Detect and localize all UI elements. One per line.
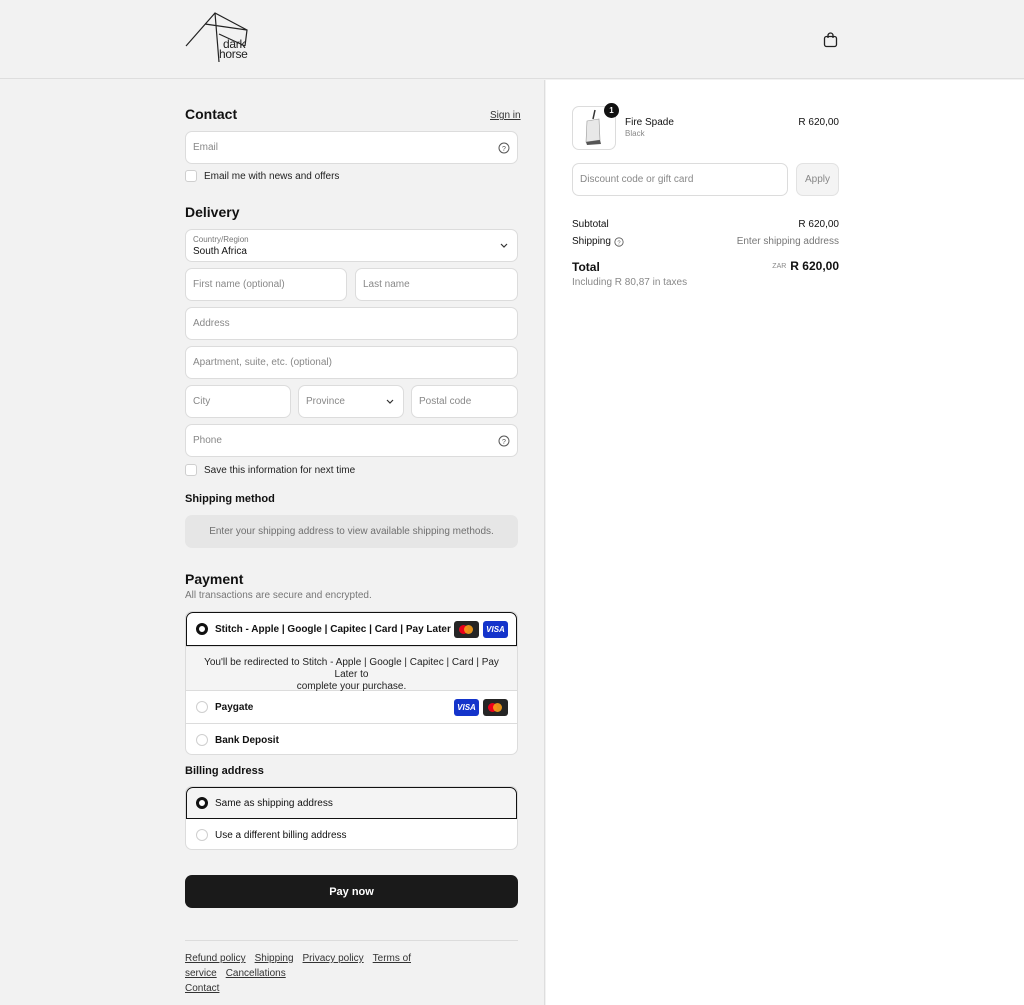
- total-label: Total: [572, 260, 600, 274]
- email-input[interactable]: [193, 132, 496, 163]
- total-value: R 620,00: [790, 259, 839, 273]
- email-field[interactable]: ?: [185, 131, 518, 164]
- province-select[interactable]: Province: [298, 385, 404, 418]
- last-name-input[interactable]: [363, 269, 496, 300]
- save-info-checkbox-row[interactable]: Save this information for next time: [185, 463, 355, 477]
- country-label: Country/Region: [193, 235, 249, 244]
- brand-wordmark: dark horse: [219, 37, 248, 61]
- svg-text:?: ?: [502, 439, 506, 446]
- header: dark horse: [0, 0, 1024, 79]
- shipping-method-title: Shipping method: [185, 493, 275, 505]
- phone-input[interactable]: [193, 425, 496, 456]
- chevron-down-icon: [386, 399, 394, 404]
- help-circle-icon[interactable]: ?: [498, 435, 510, 447]
- stitch-redirect-note: You'll be redirected to Stitch - Apple |…: [186, 646, 517, 692]
- billing-same-radio[interactable]: [196, 797, 208, 809]
- help-circle-icon[interactable]: ?: [498, 142, 510, 154]
- bank-deposit-radio[interactable]: [196, 734, 208, 746]
- news-checkbox-row[interactable]: Email me with news and offers: [185, 169, 339, 183]
- mastercard-icon: [483, 698, 508, 716]
- first-name-field[interactable]: [185, 268, 347, 301]
- contact-link[interactable]: Contact: [185, 983, 219, 994]
- save-info-label: Save this information for next time: [204, 464, 356, 476]
- redirect-line-1: You'll be redirected to Stitch - Apple |…: [204, 657, 499, 680]
- currency-code: ZAR: [772, 262, 787, 270]
- shipping-policy-link[interactable]: Shipping: [255, 953, 294, 964]
- billing-address-title: Billing address: [185, 765, 264, 777]
- billing-different-radio[interactable]: [196, 829, 208, 841]
- payment-option-bank-deposit[interactable]: Bank Deposit: [186, 724, 517, 754]
- shipping-method-placeholder: Enter your shipping address to view avai…: [185, 515, 518, 548]
- subtotal-label: Subtotal: [572, 219, 609, 230]
- discount-field[interactable]: [572, 163, 788, 196]
- payment-title: Payment: [185, 571, 244, 587]
- shopping-bag-icon[interactable]: [823, 32, 838, 48]
- postal-code-input[interactable]: [419, 386, 496, 417]
- city-field[interactable]: [185, 385, 291, 418]
- shipping-value: Enter shipping address: [736, 236, 839, 247]
- postal-code-field[interactable]: [411, 385, 518, 418]
- city-input[interactable]: [193, 386, 269, 417]
- cancellations-link[interactable]: Cancellations: [226, 968, 286, 979]
- news-checkbox[interactable]: [185, 170, 197, 182]
- phone-field[interactable]: ?: [185, 424, 518, 457]
- discount-input[interactable]: [580, 164, 780, 195]
- first-name-input[interactable]: [193, 269, 325, 300]
- quantity-badge: 1: [604, 103, 619, 118]
- paygate-label: Paygate: [215, 701, 254, 713]
- billing-different-label: Use a different billing address: [215, 829, 347, 841]
- bank-deposit-label: Bank Deposit: [215, 734, 279, 746]
- stitch-card-icons: VISA: [454, 620, 508, 638]
- country-value: South Africa: [193, 246, 247, 257]
- footer-links: Refund policy Shipping Privacy policy Terms…: [185, 951, 518, 996]
- contact-title: Contact: [185, 106, 238, 122]
- shipping-label-row: Shipping ?: [572, 236, 624, 247]
- paygate-card-icons: VISA: [454, 698, 508, 716]
- subtotal-value: R 620,00: [798, 219, 839, 230]
- footer-divider: [185, 940, 518, 941]
- sign-in-link[interactable]: Sign in: [490, 110, 521, 121]
- billing-options: Same as shipping address Use a different…: [185, 786, 518, 850]
- address-input[interactable]: [193, 308, 496, 339]
- billing-option-different[interactable]: Use a different billing address: [186, 819, 517, 849]
- payment-subtitle: All transactions are secure and encrypte…: [185, 590, 372, 601]
- payment-options: Stitch - Apple | Google | Capitec | Card…: [185, 611, 518, 755]
- visa-icon: VISA: [454, 698, 479, 716]
- payment-option-paygate[interactable]: Paygate VISA: [186, 691, 517, 724]
- apply-discount-button[interactable]: Apply: [796, 163, 839, 196]
- refund-policy-link[interactable]: Refund policy: [185, 953, 246, 964]
- svg-text:?: ?: [502, 146, 506, 153]
- news-label: Email me with news and offers: [204, 170, 340, 182]
- visa-icon: VISA: [483, 620, 508, 638]
- pay-now-button[interactable]: Pay now: [185, 875, 518, 908]
- taxes-note: Including R 80,87 in taxes: [572, 277, 688, 288]
- product-name: Fire Spade: [625, 117, 674, 128]
- billing-same-label: Same as shipping address: [215, 797, 333, 809]
- paygate-radio[interactable]: [196, 701, 208, 713]
- total-value-row: ZAR R 620,00: [700, 259, 839, 273]
- mastercard-icon: [454, 620, 479, 638]
- privacy-policy-link[interactable]: Privacy policy: [303, 953, 364, 964]
- product-price: R 620,00: [798, 117, 839, 128]
- apartment-input[interactable]: [193, 347, 496, 378]
- apartment-field[interactable]: [185, 346, 518, 379]
- address-field[interactable]: [185, 307, 518, 340]
- stitch-radio[interactable]: [196, 623, 208, 635]
- delivery-title: Delivery: [185, 204, 240, 220]
- shipping-label: Shipping: [572, 236, 611, 247]
- save-info-checkbox[interactable]: [185, 464, 197, 476]
- province-placeholder: Province: [306, 396, 345, 407]
- chevron-down-icon: [500, 243, 508, 248]
- help-circle-icon[interactable]: ?: [614, 236, 624, 247]
- payment-option-stitch[interactable]: Stitch - Apple | Google | Capitec | Card…: [186, 612, 517, 646]
- product-variant: Black: [625, 129, 645, 138]
- billing-option-same[interactable]: Same as shipping address: [186, 787, 517, 819]
- country-select[interactable]: Country/Region South Africa: [185, 229, 518, 262]
- stitch-label: Stitch - Apple | Google | Capitec | Card…: [215, 623, 451, 635]
- last-name-field[interactable]: [355, 268, 518, 301]
